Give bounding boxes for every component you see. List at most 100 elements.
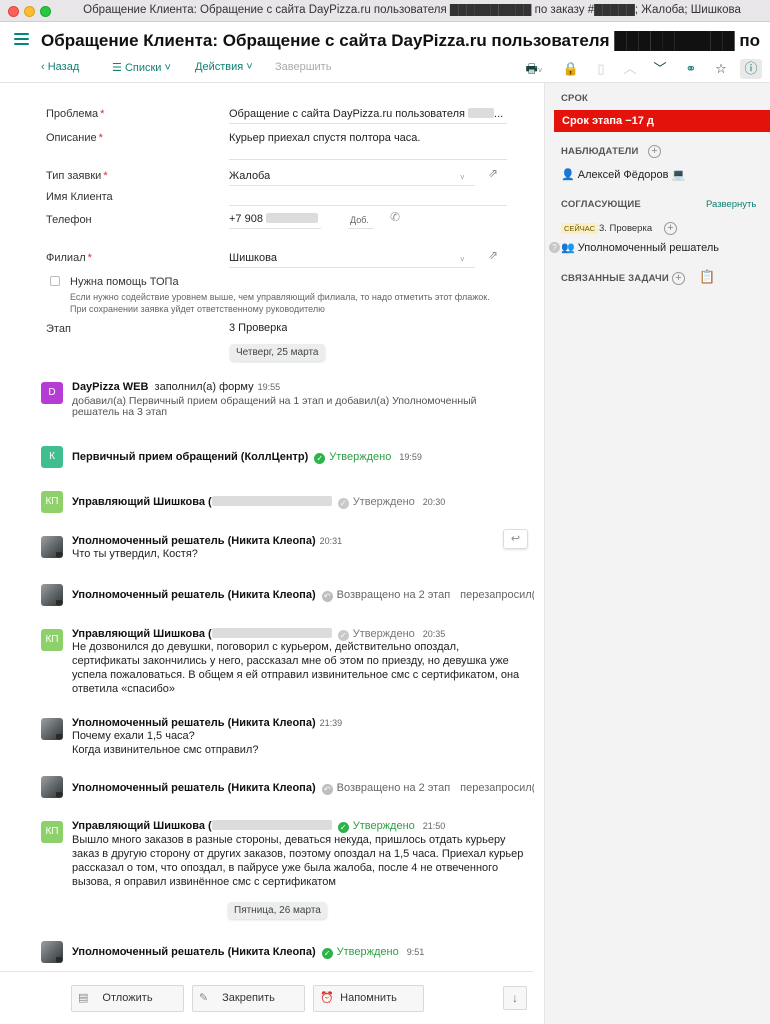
page-title: Обращение Клиента: Обращение с сайта Day… — [41, 31, 765, 50]
top-help-hint: При сохранении заявка уйдет ответственно… — [70, 304, 325, 314]
branch-underline — [229, 267, 475, 268]
description-field[interactable]: Курьер приехал спустя полтора часа. — [229, 132, 509, 144]
top-help-checkbox[interactable] — [50, 276, 60, 286]
feed-event: Уполномоченный решатель (Никита Клеопа) 2… — [72, 535, 343, 547]
top-help-hint: Если нужно содействие уровнем выше, чем … — [70, 292, 490, 302]
type-select[interactable]: Жалоба — [229, 170, 270, 182]
avatar — [41, 536, 63, 558]
phone-label: Телефон — [46, 214, 92, 226]
branch-label: Филиал * — [46, 252, 92, 264]
deadline-header: СРОК — [561, 93, 589, 104]
reply-icon[interactable]: ↩ — [503, 529, 528, 549]
scroll-down-button[interactable]: ↓ — [503, 986, 527, 1010]
chevron-down-icon[interactable]: ˅ — [460, 173, 465, 182]
question-icon: ? — [549, 242, 560, 253]
document-icon[interactable]: ▯ — [590, 59, 612, 79]
star-icon[interactable]: ☆ — [710, 59, 732, 79]
avatar — [41, 941, 63, 963]
avatar — [41, 584, 63, 606]
info-icon[interactable]: ⓘ — [740, 59, 762, 79]
avatar: D — [41, 382, 63, 404]
actions-label: Действия — [195, 61, 244, 73]
add-watcher-icon[interactable]: + — [648, 145, 661, 158]
feed-event: DayPizza WEB заполнил(а) форму 19:55 — [72, 381, 281, 393]
top-help-label: Нужна помощь ТОПа — [70, 276, 179, 288]
link-icon[interactable]: ⚭ — [680, 59, 702, 79]
problem-underline — [229, 123, 507, 124]
chevron-down-icon[interactable]: ˅ — [460, 255, 465, 264]
ext-label: Доб. — [350, 215, 369, 225]
minimize-window-button[interactable] — [24, 6, 35, 17]
computer-icon: 💻 — [671, 169, 686, 181]
phone-icon[interactable]: ✆ — [390, 210, 400, 224]
arrow-down-icon: ↓ — [512, 991, 518, 1005]
finish-button[interactable]: Завершить — [275, 61, 331, 73]
close-window-button[interactable] — [8, 6, 19, 17]
watchers-header: НАБЛЮДАТЕЛИ — [561, 146, 639, 157]
branch-select[interactable]: Шишкова — [229, 252, 277, 264]
back-label: Назад — [47, 61, 80, 73]
expand-link[interactable]: Развернуть — [706, 199, 756, 210]
return-icon: ↶ — [321, 784, 333, 795]
add-approver-icon[interactable]: + — [664, 222, 677, 235]
client-name-underline — [229, 205, 507, 206]
zoom-window-button[interactable] — [40, 6, 51, 17]
lock-icon[interactable]: 🔒 — [560, 59, 582, 79]
return-icon: ↶ — [321, 591, 333, 602]
user-icon: 👤 — [561, 169, 575, 181]
comment-text: Вышло много заказов в разные стороны, де… — [72, 834, 506, 846]
open-external-icon[interactable]: ⇗ — [488, 166, 498, 180]
check-icon: ✓ — [321, 948, 333, 959]
feed-event: Уполномоченный решатель (Никита Клеопа) ↶… — [72, 782, 534, 795]
description-underline — [229, 159, 507, 160]
chevron-down-icon[interactable]: ﹀ — [649, 59, 671, 79]
feed-event: Первичный прием обращений (КоллЦентр) ✓ Ут… — [72, 451, 422, 464]
approver[interactable]: 👥 Уполномоченный решатель — [561, 241, 719, 254]
phone-field[interactable]: +7 908 — [229, 213, 339, 225]
check-icon: ✓ — [314, 453, 326, 464]
lists-dropdown[interactable]: ☰ Списки ˅ — [112, 61, 171, 74]
actions-dropdown[interactable]: Действия ˅ — [195, 61, 253, 73]
feed-event: Уполномоченный решатель (Никита Клеопа) 2… — [72, 717, 343, 729]
avatar: К — [41, 446, 63, 468]
chevron-down-icon: ˅ — [164, 62, 171, 74]
toolbar: ‹ Назад ☰ Списки ˅ Действия ˅ Завершить … — [0, 55, 770, 83]
comment-text: Что ты утвердил, Костя? — [72, 548, 198, 560]
type-label: Тип заявки * — [46, 170, 108, 182]
now-badge: СЕЙЧАС — [561, 223, 599, 234]
group-icon: 👥 — [561, 242, 575, 254]
comment-text: рассказал о том, что опоздал, в пайрусе … — [72, 862, 499, 874]
lists-label: Списки — [124, 62, 162, 74]
comment-text: вызова, я оправил извинённое смс с серти… — [72, 876, 336, 888]
clipboard-add-icon[interactable]: 📋 — [699, 269, 715, 285]
back-button[interactable]: ‹ Назад — [41, 61, 79, 73]
avatar: КП — [41, 491, 63, 513]
feed-event: Управляющий Шишкова (✓ Утверждено 20:35 — [72, 628, 446, 641]
chevron-down-icon: ˅ — [246, 61, 253, 73]
postpone-button[interactable]: ▤ Отложить — [71, 985, 184, 1012]
window-titlebar: Обращение Клиента: Обращение с сайта Day… — [0, 0, 770, 22]
problem-field[interactable]: Обращение с сайта DayPizza.ru пользовате… — [229, 108, 509, 120]
pin-button[interactable]: ✎ Закрепить — [192, 985, 305, 1012]
window-title: Обращение Клиента: Обращение с сайта Day… — [83, 4, 741, 16]
watcher[interactable]: 👤 Алексей Фёдоров 💻 — [561, 168, 685, 181]
comment-text: Не дозвонился до девушки, поговорил с ку… — [72, 641, 460, 653]
menu-icon[interactable] — [14, 33, 29, 45]
remind-button[interactable]: ⏰ Напомнить — [313, 985, 424, 1012]
stage-value: 3 Проверка — [229, 322, 288, 334]
right-sidebar: СРОК Срок этапа −17 д НАБЛЮДАТЕЛИ + 👤 Ал… — [544, 83, 770, 1024]
avatar: КП — [41, 629, 63, 651]
chevron-up-icon[interactable]: ︿ — [619, 59, 641, 79]
feed-event: Управляющий Шишкова (✓ Утверждено 20:30 — [72, 496, 446, 509]
comment-text: успела пожаловаться. В общем я ей отправ… — [72, 669, 520, 681]
check-icon: ✓ — [337, 630, 349, 641]
related-tasks-header: СВЯЗАННЫЕ ЗАДАЧИ — [561, 273, 669, 284]
avatar — [41, 718, 63, 740]
feed-event: Управляющий Шишкова (✓ Утверждено 21:50 — [72, 820, 446, 833]
add-related-task-icon[interactable]: + — [672, 272, 685, 285]
type-underline — [229, 185, 475, 186]
date-separator: Пятница, 26 марта — [228, 902, 327, 919]
print-icon[interactable]: 🖶˅ — [518, 59, 550, 79]
open-external-icon[interactable]: ⇗ — [488, 248, 498, 262]
phone-underline — [229, 228, 321, 229]
